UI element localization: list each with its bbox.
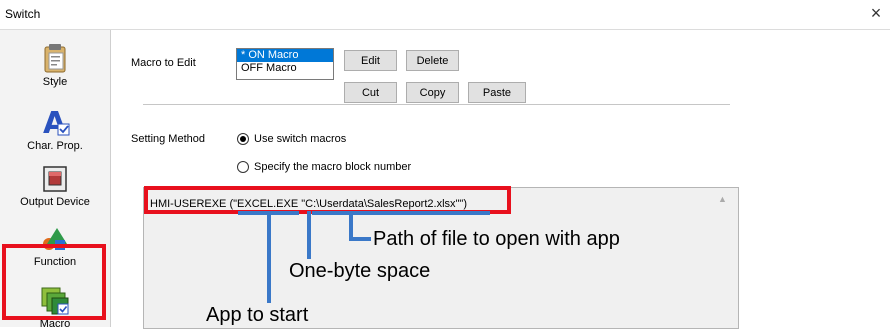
app-underline	[238, 211, 299, 215]
paste-button[interactable]: Paste	[468, 82, 526, 103]
specify-block-label: Specify the macro block number	[254, 161, 412, 173]
path-connector	[349, 237, 371, 241]
delete-button[interactable]: Delete	[406, 50, 459, 71]
section-divider	[143, 104, 730, 105]
macro-line-highlight	[144, 186, 511, 214]
scroll-up-icon[interactable]: ▲	[718, 194, 727, 204]
specify-block-radio[interactable]	[237, 161, 249, 173]
sidebar-item-style[interactable]: Style	[8, 42, 102, 88]
use-switch-macros-radio[interactable]	[237, 133, 249, 145]
sidebar-item-label: Output Device	[20, 196, 90, 208]
font-a-icon: A	[43, 106, 70, 138]
path-underline	[312, 211, 490, 215]
cut-button[interactable]: Cut	[344, 82, 397, 103]
close-icon[interactable]: ×	[866, 3, 886, 23]
macro-option-on[interactable]: * ON Macro	[237, 49, 333, 62]
sidebar-item-char-prop[interactable]: A Char. Prop.	[8, 106, 102, 152]
macro-option-off[interactable]: OFF Macro	[237, 62, 333, 75]
sidebar-macro-highlight	[2, 244, 106, 320]
app-annotation: App to start	[206, 304, 309, 326]
window-title: Switch	[5, 7, 41, 21]
macro-list[interactable]: * ON Macro OFF Macro	[236, 48, 334, 80]
copy-button[interactable]: Copy	[406, 82, 459, 103]
space-pointer-line	[307, 211, 311, 259]
space-annotation: One-byte space	[289, 260, 431, 282]
edit-button[interactable]: Edit	[344, 50, 397, 71]
setting-method-label: Setting Method	[131, 133, 205, 145]
macro-to-edit-label: Macro to Edit	[131, 57, 196, 69]
clipboard-icon	[44, 44, 66, 73]
app-pointer-line	[267, 211, 271, 303]
title-bar: Switch ×	[0, 0, 890, 30]
use-switch-macros-label: Use switch macros	[254, 133, 347, 145]
output-device-icon	[43, 166, 67, 192]
path-annotation: Path of file to open with app	[373, 228, 620, 250]
sidebar-item-label: Style	[42, 76, 68, 88]
sidebar-item-output-device[interactable]: Output Device	[8, 164, 102, 208]
sidebar-item-label: Char. Prop.	[27, 140, 83, 152]
